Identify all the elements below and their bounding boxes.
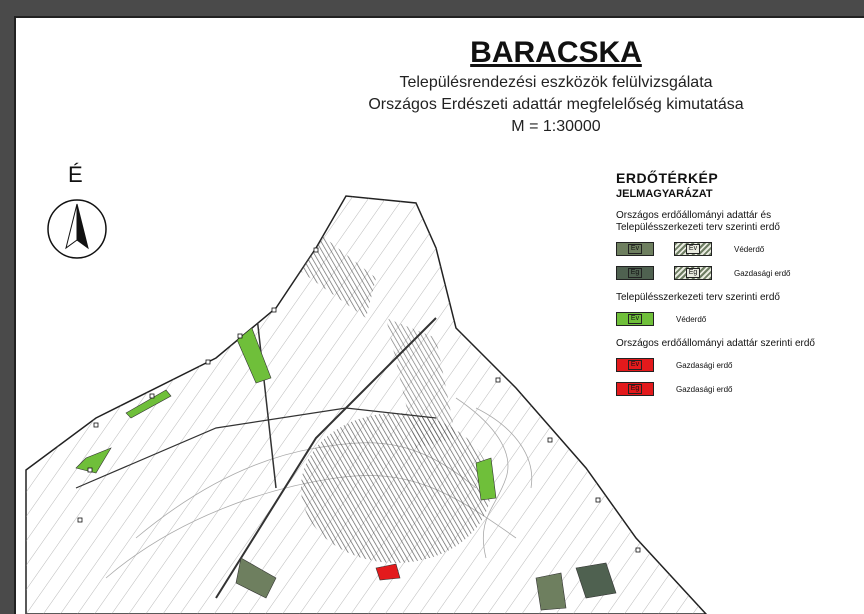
map-sheet: BARACSKA Településrendezési eszközök fel… [14,16,864,614]
legend-code: Ev [685,244,701,254]
legend-label: Gazdasági erdő [676,360,733,370]
map-scale: M = 1:30000 [511,118,601,135]
legend-code: Eg [627,384,643,394]
legend-swatch-hatched: Eg [674,266,712,280]
legend-code: Ev [627,360,643,370]
legend-label: Gazdasági erdő [676,384,733,394]
legend-row: Ev Véderdő [616,310,856,328]
north-arrow-icon [47,199,107,259]
map-subtitle-1: Településrendezési eszközök felülvizsgál… [399,74,713,91]
legend-swatch: Ev [616,358,654,372]
legend-row: Eg Eg Gazdasági erdő [616,264,856,282]
legend-swatch: Eg [616,266,654,280]
legend-row: Ev Gazdasági erdő [616,356,856,374]
map-title: BARACSKA [470,36,642,69]
legend-swatch: Ev [616,312,654,326]
legend-code: Ev [627,314,643,324]
legend-row: Eg Gazdasági erdő [616,380,856,398]
legend-code: Ev [627,244,643,254]
legend-group1-heading: Országos erdőállományi adattár és Telepü… [616,210,780,233]
map-subtitle-2: Országos Erdészeti adattár megfelelőség … [368,96,744,113]
legend-swatch: Eg [616,382,654,396]
legend-label: Véderdő [734,244,765,254]
legend-label: Gazdasági erdő [734,268,791,278]
north-label: É [68,162,83,187]
legend: ERDŐTÉRKÉP JELMAGYARÁZAT Országos erdőál… [616,170,856,398]
legend-group3-heading: Országos erdőállományi adattár szerinti … [616,338,815,349]
legend-subtitle: JELMAGYARÁZAT [616,188,713,200]
legend-row: Ev Ev Véderdő [616,240,856,258]
legend-swatch: Ev [616,242,654,256]
legend-code: Eg [627,268,643,278]
legend-group2-heading: Településszerkezeti terv szerinti erdő [616,292,780,303]
legend-title: ERDŐTÉRKÉP [616,170,719,186]
legend-swatch-hatched: Ev [674,242,712,256]
legend-code: Eg [685,268,701,278]
legend-label: Véderdő [676,314,707,324]
